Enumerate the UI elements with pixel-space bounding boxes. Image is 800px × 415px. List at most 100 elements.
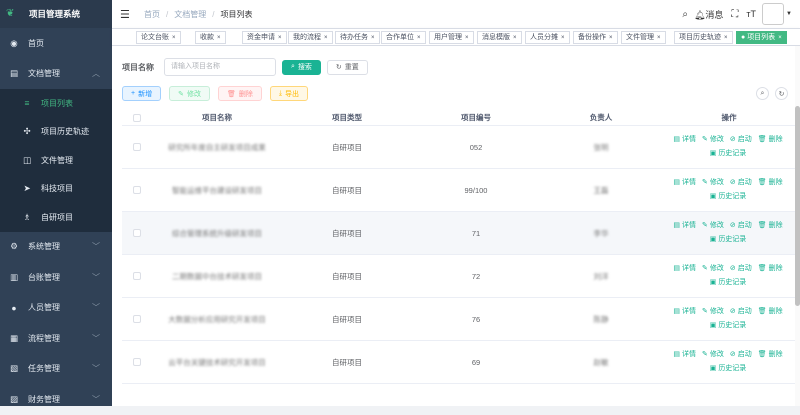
close-icon[interactable]: × xyxy=(371,35,375,41)
delete-link[interactable]: 🗑︎ 删除 xyxy=(758,351,785,358)
sidebar-item-4[interactable]: ● 人员管理 ﹀ xyxy=(0,293,112,324)
row-checkbox[interactable] xyxy=(133,315,141,323)
row-checkbox[interactable] xyxy=(133,143,141,151)
tag-1[interactable]: 收款 × xyxy=(195,31,226,44)
close-icon[interactable]: × xyxy=(324,35,328,41)
header-type[interactable]: 项目类型 xyxy=(282,112,412,123)
edit-link[interactable]: ✎ 修改 xyxy=(702,308,726,315)
project-name-input[interactable]: 请输入项目名称 xyxy=(164,58,276,76)
detail-link[interactable]: ▤ 详情 xyxy=(673,179,698,186)
edit-link[interactable]: ✎ 修改 xyxy=(702,179,726,186)
table-row[interactable]: 云平台关键技术研究开发项目 自研项目 69 赵敏 ▤ 详情 ✎ 修改 ⊘ 启动 🗑︎ 删除 ▣ 历史记录 xyxy=(122,341,796,384)
close-icon[interactable]: × xyxy=(465,35,469,41)
tag-3[interactable]: 我的流程 × xyxy=(288,31,333,44)
close-icon[interactable]: × xyxy=(278,35,282,41)
submenu-item-3[interactable]: ➤ 科技项目 xyxy=(0,175,112,204)
close-icon[interactable]: × xyxy=(609,35,613,41)
sidebar-item-7[interactable]: ▨ 财务管理 ﹀ xyxy=(0,384,112,415)
close-icon[interactable]: × xyxy=(724,35,728,41)
caret-down-icon[interactable]: ▼ xyxy=(786,11,792,17)
header-code[interactable]: 项目编号 xyxy=(412,112,540,123)
hamburger-icon[interactable]: ☰ xyxy=(120,8,130,21)
refresh-icon[interactable]: ↻ xyxy=(775,87,788,100)
start-link[interactable]: ⊘ 启动 xyxy=(730,351,754,358)
close-icon[interactable]: × xyxy=(657,35,661,41)
submenu-item-2[interactable]: ◫ 文件管理 xyxy=(0,146,112,175)
sidebar-item-3[interactable]: ▥ 台账管理 ﹀ xyxy=(0,262,112,293)
start-link[interactable]: ⊘ 启动 xyxy=(730,265,754,272)
delete-link[interactable]: 🗑︎ 删除 xyxy=(758,308,785,315)
tag-10[interactable]: 文件管理 × xyxy=(621,31,666,44)
edit-link[interactable]: ✎ 修改 xyxy=(702,351,726,358)
delete-link[interactable]: 🗑︎ 删除 xyxy=(758,265,785,272)
row-checkbox[interactable] xyxy=(133,358,141,366)
close-icon[interactable]: × xyxy=(561,35,565,41)
table-row[interactable]: 综合管理系统升级研发项目 自研项目 71 李华 ▤ 详情 ✎ 修改 ⊘ 启动 🗑︎ 删除 ▣ 历史记录 xyxy=(122,212,796,255)
sidebar-item-5[interactable]: ▦ 流程管理 ﹀ xyxy=(0,323,112,354)
submenu-item-4[interactable]: ♗ 自研项目 xyxy=(0,203,112,232)
delete-link[interactable]: 🗑︎ 删除 xyxy=(758,222,785,229)
delete-link[interactable]: 🗑︎ 删除 xyxy=(758,179,785,186)
start-link[interactable]: ⊘ 启动 xyxy=(730,136,754,143)
select-all-checkbox[interactable] xyxy=(133,113,141,122)
submenu-item-1[interactable]: ✣ 项目历史轨迹 xyxy=(0,118,112,147)
tag-12[interactable]: ● 项目列表 × xyxy=(736,31,787,44)
table-row[interactable]: 智能运维平台建设研发项目 自研项目 99/100 王磊 ▤ 详情 ✎ 修改 ⊘ 启动 🗑︎ 删除 ▣ 历史… xyxy=(122,169,796,212)
detail-link[interactable]: ▤ 详情 xyxy=(673,222,698,229)
tag-11[interactable]: 项目历史轨迹 × xyxy=(674,31,733,44)
sidebar-item-0[interactable]: ◉ 首页 xyxy=(0,28,112,59)
history-link[interactable]: ▣ 历史记录 xyxy=(710,236,749,243)
font-size-icon[interactable]: тТ xyxy=(746,9,756,19)
start-link[interactable]: ⊘ 启动 xyxy=(730,308,754,315)
search-icon[interactable]: ⌕ xyxy=(682,9,688,20)
tag-5[interactable]: 合作单位 × xyxy=(381,31,426,44)
close-icon[interactable]: × xyxy=(217,35,221,41)
start-link[interactable]: ⊘ 启动 xyxy=(730,179,754,186)
detail-link[interactable]: ▤ 详情 xyxy=(673,351,698,358)
edit-link[interactable]: ✎ 修改 xyxy=(702,265,726,272)
detail-link[interactable]: ▤ 详情 xyxy=(673,136,698,143)
avatar[interactable] xyxy=(762,3,785,25)
header-name[interactable]: 项目名称 xyxy=(152,112,282,123)
message-button[interactable]: 🔔︎消息 xyxy=(694,8,723,21)
scrollbar[interactable] xyxy=(795,46,800,406)
history-link[interactable]: ▣ 历史记录 xyxy=(710,279,749,286)
tag-2[interactable]: 资金申请 × xyxy=(242,31,287,44)
sidebar-item-2[interactable]: ⚙ 系统管理 ﹀ xyxy=(0,232,112,263)
tag-6[interactable]: 用户管理 × xyxy=(429,31,474,44)
start-link[interactable]: ⊘ 启动 xyxy=(730,222,754,229)
fullscreen-icon[interactable]: ⛶ xyxy=(731,9,738,20)
table-row[interactable]: 大数据分析应用研究开发项目 自研项目 76 陈静 ▤ 详情 ✎ 修改 ⊘ 启动 🗑︎ 删除 ▣ 历史记录 xyxy=(122,298,796,341)
add-button[interactable]: + 新增 xyxy=(122,86,162,101)
breadcrumb-docs[interactable]: 文档管理 xyxy=(174,9,206,20)
close-icon[interactable]: × xyxy=(513,35,517,41)
close-icon[interactable]: × xyxy=(172,35,176,41)
row-checkbox[interactable] xyxy=(133,186,141,194)
scrollbar-thumb[interactable] xyxy=(795,106,800,306)
app-logo[interactable]: ❦ 项目管理系统 xyxy=(0,0,112,28)
toggle-search-icon[interactable]: ⌕ xyxy=(756,87,769,100)
sidebar-item-1[interactable]: ▤ 文档管理 ︿ xyxy=(0,59,112,90)
export-button[interactable]: ⤓ 导出 xyxy=(269,86,308,101)
reset-button[interactable]: ↻ 重置 xyxy=(326,59,368,75)
table-row[interactable]: 研究所年度自主研发项目成果 自研项目 052 张明 ▤ 详情 ✎ 修改 ⊘ 启动 🗑︎ 删除 ▣ 历史记录 xyxy=(122,126,796,169)
tag-0[interactable]: 论文台账 × xyxy=(136,31,181,44)
tag-7[interactable]: 消息模版 × xyxy=(477,31,522,44)
detail-link[interactable]: ▤ 详情 xyxy=(673,308,698,315)
close-icon[interactable]: × xyxy=(778,35,782,41)
submenu-item-0[interactable]: ≡ 项目列表 xyxy=(0,89,112,118)
close-icon[interactable]: × xyxy=(417,35,421,41)
delete-link[interactable]: 🗑︎ 删除 xyxy=(758,136,785,143)
sidebar-item-6[interactable]: ▧ 任务管理 ﹀ xyxy=(0,354,112,385)
tag-8[interactable]: 人员分摊 × xyxy=(525,31,570,44)
edit-link[interactable]: ✎ 修改 xyxy=(702,136,726,143)
history-link[interactable]: ▣ 历史记录 xyxy=(710,322,749,329)
tag-4[interactable]: 待办任务 × xyxy=(335,31,380,44)
history-link[interactable]: ▣ 历史记录 xyxy=(710,150,749,157)
breadcrumb-home[interactable]: 首页 xyxy=(144,9,160,20)
delete-button[interactable]: 🗑︎ 删除 xyxy=(217,86,262,101)
header-owner[interactable]: 负责人 xyxy=(540,112,662,123)
history-link[interactable]: ▣ 历史记录 xyxy=(710,193,749,200)
edit-link[interactable]: ✎ 修改 xyxy=(702,222,726,229)
tag-9[interactable]: 备份操作 × xyxy=(573,31,618,44)
